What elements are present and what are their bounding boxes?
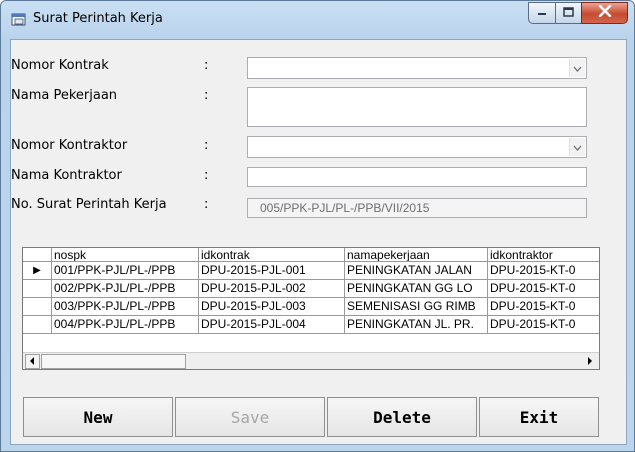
chevron-down-icon [573,61,582,76]
table-cell[interactable]: DPU-2015-KT-0 [488,262,599,280]
table-cell[interactable]: 001/PPK-PJL/PL-/PPB [52,262,199,280]
table-cell[interactable]: PENINGKATAN JL. PR. [345,316,488,334]
nomor-kontrak-label: Nomor Kontrak [11,58,109,73]
no-spk-label: No. Surat Perintah Kerja [11,197,167,212]
nomor-kontrak-combo[interactable] [247,57,587,79]
nama-pekerjaan-label: Nama Pekerjaan [11,88,118,103]
maximize-icon [563,6,574,21]
colon: : [204,197,209,212]
row-selector[interactable] [23,280,52,298]
spk-data-grid[interactable]: nospk idkontrak namapekerjaan idkontrakt… [22,247,600,370]
table-cell[interactable]: 003/PPK-PJL/PL-/PPB [52,298,199,316]
table-cell[interactable]: SEMENISASI GG RIMB [345,298,488,316]
row-selector[interactable]: ▶ [23,262,52,280]
table-cell[interactable]: 002/PPK-PJL/PL-/PPB [52,280,199,298]
table-cell[interactable]: DPU-2015-KT-0 [488,298,599,316]
title-bar[interactable]: Surat Perintah Kerja [1,1,634,39]
no-spk-value: 005/PPK-PJL/PL-/PPB/VII/2015 [260,201,430,215]
column-header-nospk[interactable]: nospk [52,248,199,262]
row-selector[interactable] [23,298,52,316]
column-header-idkontraktor[interactable]: idkontraktor [488,248,599,262]
app-window: Surat Perintah Kerja Nomor Kontrak : Nam… [0,0,635,452]
delete-button[interactable]: Delete [327,397,477,437]
form-client-area: Nomor Kontrak : Nama Pekerjaan : Nomor K… [10,39,627,445]
table-cell[interactable]: DPU-2015-PJL-003 [199,298,345,316]
maximize-button[interactable] [555,2,582,24]
row-selector[interactable] [23,316,52,334]
nomor-kontraktor-dropdown-button[interactable] [569,138,585,156]
colon: : [204,88,209,103]
arrow-right-icon [587,354,592,369]
table-cell[interactable]: PENINGKATAN JALAN [345,262,488,280]
nomor-kontraktor-combo[interactable] [247,136,587,158]
scroll-right-button[interactable] [582,354,597,369]
table-cell[interactable]: PENINGKATAN GG LO [345,280,488,298]
window-title: Surat Perintah Kerja [33,11,163,26]
close-button[interactable] [581,2,628,24]
table-cell[interactable]: DPU-2015-PJL-004 [199,316,345,334]
table-cell[interactable]: 004/PPK-PJL/PL-/PPB [52,316,199,334]
colon: : [204,168,209,183]
colon: : [204,138,209,153]
close-icon [598,4,612,21]
nama-kontraktor-label: Nama Kontraktor [11,168,122,183]
no-spk-field[interactable]: 005/PPK-PJL/PL-/PPB/VII/2015 [247,198,587,218]
column-header-namapekerjaan[interactable]: namapekerjaan [345,248,488,262]
nomor-kontraktor-label: Nomor Kontraktor [11,138,128,153]
new-button[interactable]: New [23,397,173,437]
arrow-left-icon [30,354,35,369]
table-cell[interactable]: DPU-2015-PJL-001 [199,262,345,280]
table-cell[interactable]: DPU-2015-KT-0 [488,316,599,334]
colon: : [204,58,209,73]
scroll-left-button[interactable] [25,354,40,369]
nomor-kontrak-dropdown-button[interactable] [569,59,585,77]
minimize-icon [537,6,547,21]
exit-button[interactable]: Exit [479,397,599,437]
scroll-thumb[interactable] [41,354,186,369]
horizontal-scrollbar[interactable] [23,352,599,369]
nama-pekerjaan-field[interactable] [247,87,587,127]
current-row-marker: ▶ [33,265,41,276]
save-button[interactable]: Save [175,397,325,437]
column-header-idkontrak[interactable]: idkontrak [199,248,345,262]
table-cell[interactable]: DPU-2015-KT-0 [488,280,599,298]
minimize-button[interactable] [528,2,556,24]
chevron-down-icon [573,140,582,155]
window-app-icon [11,13,27,27]
grid-corner [23,248,52,262]
nama-kontraktor-field[interactable] [247,167,587,187]
table-cell[interactable]: DPU-2015-PJL-002 [199,280,345,298]
